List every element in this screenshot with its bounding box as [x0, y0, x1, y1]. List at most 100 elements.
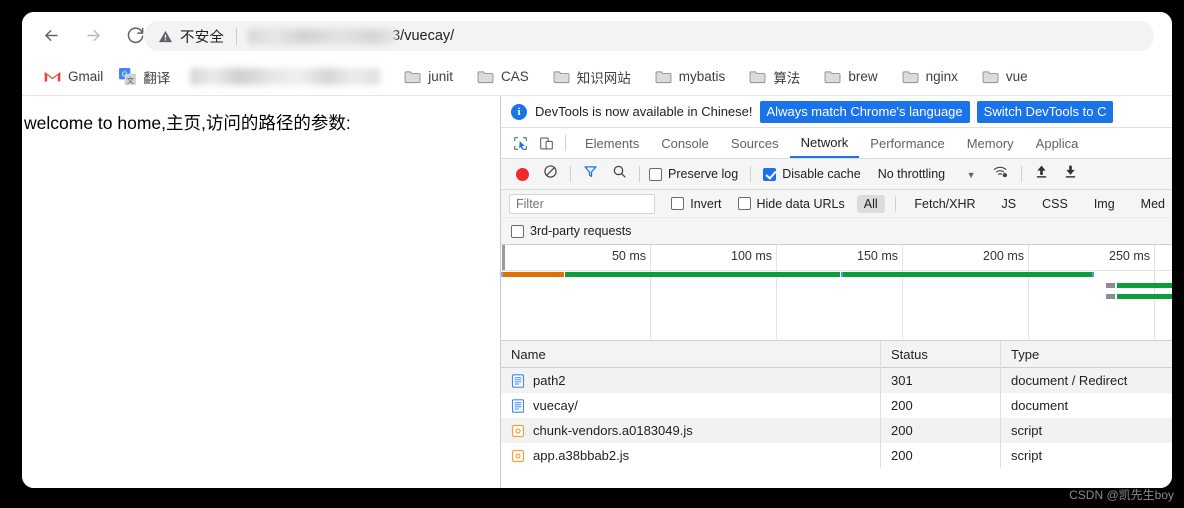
overview-tick-label: 200 ms — [983, 249, 1024, 263]
table-row[interactable]: app.a38bbab2.js 200 script — [501, 443, 1172, 468]
tab-console[interactable]: Console — [650, 128, 720, 158]
request-type: script — [1011, 448, 1043, 463]
funnel-icon — [583, 164, 598, 184]
bookmark-mybatis[interactable]: mybatis — [649, 64, 732, 90]
invert-label: Invert — [690, 196, 722, 211]
devtools-panel: i DevTools is now available in Chinese! … — [501, 96, 1172, 488]
filter-type-all[interactable]: All — [856, 194, 885, 213]
security-status-label: 不安全 — [180, 29, 225, 46]
checkbox-box — [511, 224, 524, 238]
csdn-watermark: CSDN @凯先生boy — [1069, 488, 1174, 502]
table-row[interactable]: chunk-vendors.a0183049.js 200 script — [501, 418, 1172, 443]
overview-bar-segment — [843, 272, 1092, 277]
disable-cache-label: Disable cache — [782, 167, 861, 181]
clear-icon — [543, 164, 558, 184]
table-row[interactable]: vuecay/ 200 document — [501, 393, 1172, 418]
filter-type-img[interactable]: Img — [1087, 195, 1122, 213]
request-name-cell: chunk-vendors.a0183049.js — [501, 418, 881, 443]
export-har-button[interactable] — [1056, 162, 1085, 186]
forward-button[interactable] — [76, 18, 110, 52]
tab-memory[interactable]: Memory — [956, 128, 1025, 158]
import-har-button[interactable] — [1027, 162, 1056, 186]
bookmark-vue[interactable]: vue — [976, 64, 1034, 90]
bookmark-redacted[interactable] — [190, 68, 381, 85]
checkbox-box — [737, 197, 751, 210]
network-overview-timeline[interactable]: 50 ms 100 ms 150 ms 200 ms 250 ms — [501, 245, 1172, 341]
request-status: 200 — [881, 393, 1001, 418]
filter-toggle-button[interactable] — [576, 162, 605, 186]
toolbar-divider — [639, 166, 640, 182]
table-row[interactable]: path2 301 document / Redirect — [501, 368, 1172, 393]
column-header-name[interactable]: Name — [501, 340, 881, 368]
folder-icon — [749, 68, 766, 85]
folder-icon — [824, 68, 841, 85]
folder-icon — [553, 68, 570, 85]
address-bar[interactable]: 不安全 3/vuecay/ — [144, 21, 1154, 51]
disable-cache-checkbox[interactable]: Disable cache — [756, 162, 868, 186]
tab-network[interactable]: Network — [789, 128, 860, 158]
gmail-icon — [44, 68, 61, 85]
checkbox-box — [649, 167, 662, 181]
download-arrow-icon — [1063, 164, 1078, 184]
record-button[interactable] — [509, 162, 536, 186]
checkbox-box — [671, 197, 685, 210]
request-name: path2 — [533, 373, 566, 388]
request-name-cell: app.a38bbab2.js — [501, 443, 881, 468]
info-icon: i — [511, 103, 527, 120]
request-status: 200 — [881, 418, 1001, 443]
bookmark-brew[interactable]: brew — [818, 64, 883, 90]
request-name: app.a38bbab2.js — [533, 448, 630, 463]
toolbar-divider — [1020, 166, 1022, 182]
reload-icon — [126, 26, 145, 45]
bookmark-algorithms[interactable]: 算法 — [743, 64, 806, 90]
column-header-type[interactable]: Type — [1001, 341, 1172, 368]
page-body-text: welcome to home,主页,访问的路径的参数: — [24, 113, 351, 133]
back-arrow-icon — [42, 26, 61, 45]
inspect-element-icon[interactable] — [507, 131, 533, 155]
device-toolbar-icon[interactable] — [533, 131, 559, 155]
third-party-requests-checkbox[interactable]: 3rd-party requests — [511, 224, 631, 238]
throttling-value: No throttling — [877, 167, 946, 181]
request-type: document / Redirect — [1011, 373, 1128, 388]
filter-type-media[interactable]: Med — [1134, 195, 1172, 213]
tab-elements[interactable]: Elements — [574, 128, 650, 158]
search-button[interactable] — [605, 162, 634, 186]
back-button[interactable] — [34, 18, 68, 52]
web-page-viewport: welcome to home,主页,访问的路径的参数: — [22, 96, 500, 488]
bookmark-translate[interactable]: G 文 翻译 — [113, 64, 176, 90]
invert-checkbox[interactable]: Invert — [671, 196, 722, 211]
tab-application[interactable]: Applica — [1025, 128, 1090, 158]
tab-performance[interactable]: Performance — [859, 128, 955, 158]
column-header-status[interactable]: Status — [881, 340, 1001, 368]
overview-tick-label: 250 ms — [1109, 249, 1150, 263]
filter-type-css[interactable]: CSS — [1035, 195, 1075, 213]
throttling-dropdown[interactable]: No throttling ▼ — [878, 167, 976, 181]
document-icon — [511, 373, 525, 388]
preserve-log-checkbox[interactable]: Preserve log — [645, 162, 745, 186]
request-status: 301 — [881, 368, 1001, 393]
network-requests-table: Name Status Type path2 301 document / Re… — [501, 340, 1172, 468]
bookmark-cas[interactable]: CAS — [471, 64, 535, 90]
network-conditions-button[interactable] — [986, 162, 1016, 186]
bookmark-gmail[interactable]: Gmail — [38, 64, 109, 90]
overview-bars — [501, 272, 1172, 340]
chevron-down-icon: ▼ — [966, 170, 976, 180]
filter-type-fetch-xhr[interactable]: Fetch/XHR — [907, 195, 982, 213]
hide-data-urls-checkbox[interactable]: Hide data URLs — [737, 197, 845, 211]
switch-devtools-language-button[interactable]: Switch DevTools to C — [976, 100, 1114, 123]
request-name: vuecay/ — [533, 398, 578, 413]
upload-arrow-icon — [1034, 164, 1049, 184]
overview-bar-segment — [1116, 283, 1172, 288]
clear-button[interactable] — [536, 162, 565, 186]
filter-type-js[interactable]: JS — [995, 195, 1024, 213]
always-match-language-button[interactable]: Always match Chrome's language — [759, 100, 970, 123]
banner-message: DevTools is now available in Chinese! — [535, 104, 753, 119]
tab-sources[interactable]: Sources — [720, 128, 790, 158]
filter-input[interactable]: Filter — [509, 193, 656, 214]
warning-triangle-icon — [158, 29, 173, 44]
bookmark-junit[interactable]: junit — [398, 64, 459, 90]
bookmark-nginx[interactable]: nginx — [896, 64, 964, 90]
bookmark-label: 翻译 — [143, 70, 171, 86]
url-text: 3/vuecay/ — [392, 28, 455, 44]
bookmark-knowledge-sites[interactable]: 知识网站 — [547, 64, 637, 90]
